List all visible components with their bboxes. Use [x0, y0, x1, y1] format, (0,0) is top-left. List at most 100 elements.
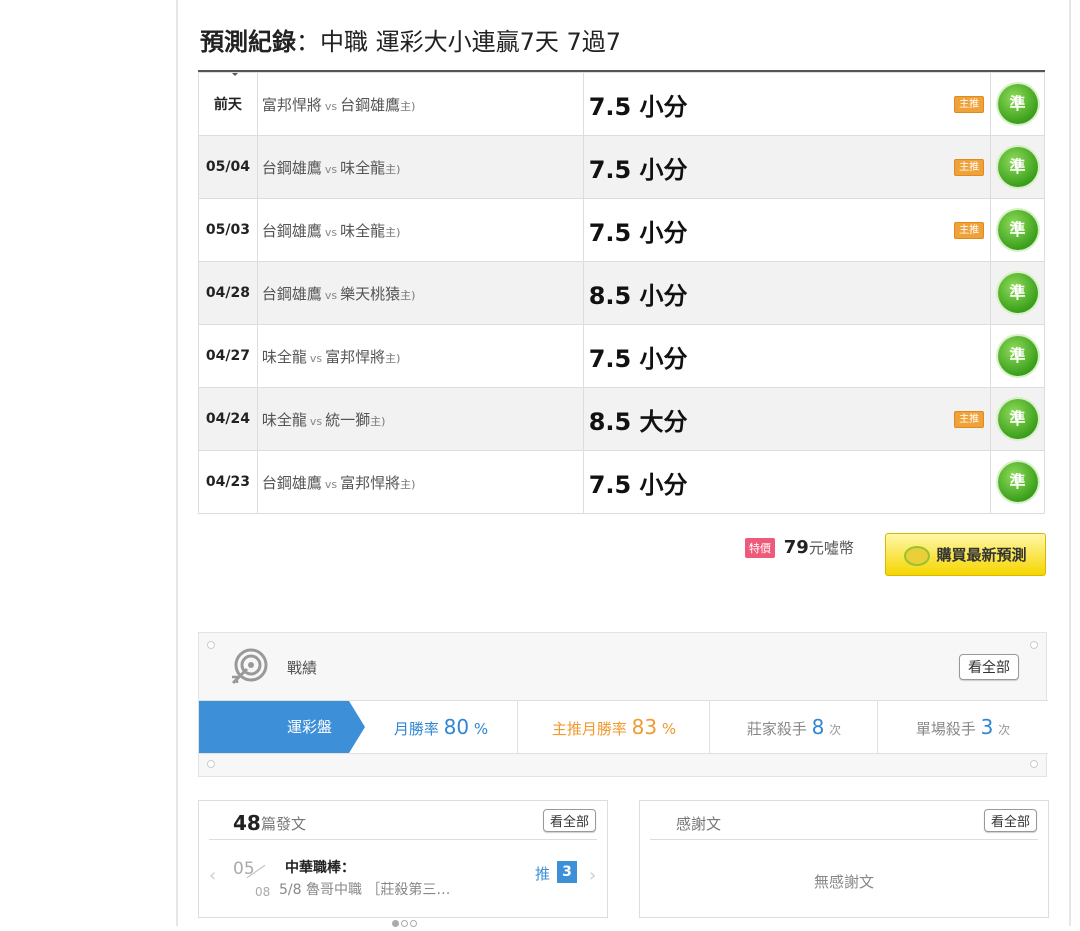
record-match[interactable]: 台鋼雄鷹 vs 味全龍主): [256, 135, 584, 199]
team-away: 味全龍: [261, 347, 307, 366]
push-count: 3: [557, 861, 577, 883]
post-month: 05: [233, 859, 255, 879]
vs-label: vs: [309, 351, 323, 365]
record-pick: 8.5 小分: [582, 261, 992, 325]
chevron-left-icon[interactable]: ‹: [209, 865, 216, 886]
stats-row: 運彩盤 月勝率 80 % 主推月勝率 83 % 莊家殺手 8 次 單場殺手 3 …: [199, 700, 1048, 754]
team-away: 台鋼雄鷹: [261, 284, 322, 303]
vs-label: vs: [324, 225, 338, 239]
record-row: 04/27 味全龍 vs 富邦悍將主) 7.5 小分 準: [198, 324, 1045, 388]
host-marker: 主): [385, 225, 401, 239]
chevron-right-icon[interactable]: ›: [589, 865, 596, 886]
thanks-label: 感謝文: [676, 815, 722, 833]
correct-badge-icon: 準: [997, 84, 1038, 124]
vs-label: vs: [309, 414, 323, 428]
pick-value: 7.5 小分: [588, 92, 688, 121]
main-pick-badge: 主推: [954, 96, 985, 113]
title-rest: ：中職 運彩大小連贏7天 7過7: [296, 28, 622, 56]
buy-latest-prediction-button[interactable]: 購買最新預測: [885, 533, 1046, 576]
price-amount: 79: [783, 537, 809, 558]
price-info: 特價 79元噓幣: [745, 537, 854, 561]
team-home: 樂天桃猿: [340, 284, 401, 303]
team-home: 味全龍: [340, 158, 386, 177]
team-away: 味全龍: [261, 410, 307, 429]
host-marker: 主): [400, 99, 416, 113]
team-away: 富邦悍將: [261, 95, 322, 114]
vs-label: vs: [324, 162, 338, 176]
buy-button-label: 購買最新預測: [936, 546, 1027, 564]
price-unit: 元噓幣: [808, 539, 854, 557]
record-result: 準: [990, 387, 1045, 451]
record-match[interactable]: 味全龍 vs 富邦悍將主): [256, 324, 584, 388]
record-result: 準: [990, 450, 1045, 514]
posts-box: 48 篇發文 看全部 ‹ 05 08 中華職棒： 5/8 魯哥中職 ［莊殺第三……: [198, 800, 608, 927]
correct-badge-icon: 準: [997, 273, 1038, 313]
corner-dot: [1030, 641, 1038, 649]
record-row: 04/23 台鋼雄鷹 vs 富邦悍將主) 7.5 小分 準: [198, 450, 1045, 514]
thanks-view-all-button[interactable]: 看全部: [983, 809, 1037, 832]
prediction-records-table: 前天 富邦悍將 vs 台鋼雄鷹主) 7.5 小分 主推準 05/04 台鋼雄鷹 vs 味全龍主) 7…: [198, 72, 1045, 514]
thanks-empty-message: 無感謝文: [813, 873, 874, 891]
record-match[interactable]: 台鋼雄鷹 vs 味全龍主): [256, 198, 584, 262]
team-home: 富邦悍將: [325, 347, 386, 366]
vs-label: vs: [324, 477, 338, 491]
record-match[interactable]: 味全龍 vs 統一獅主): [256, 387, 584, 451]
correct-badge-icon: 準: [997, 462, 1038, 502]
stats-view-all-button[interactable]: 看全部: [959, 654, 1019, 680]
record-result: 準: [990, 324, 1045, 388]
record-result: 準: [990, 135, 1045, 199]
corner-dot: [207, 760, 215, 768]
post-subtitle[interactable]: 5/8 魯哥中職 ［莊殺第三…: [279, 879, 450, 899]
record-date: 04/27: [198, 324, 258, 388]
record-result: 準: [990, 198, 1045, 262]
team-home: 富邦悍將: [340, 473, 401, 492]
record-row: 04/24 味全龍 vs 統一獅主) 8.5 大分 主推準: [198, 387, 1045, 451]
host-marker: 主): [385, 162, 401, 176]
host-marker: 主): [370, 414, 386, 428]
title-bold: 預測紀錄: [200, 28, 296, 56]
right-rail: [1069, 0, 1071, 926]
record-date: 前天: [198, 72, 258, 136]
panel-tab[interactable]: 運彩盤: [199, 701, 365, 753]
record-row: 04/28 台鋼雄鷹 vs 樂天桃猿主) 8.5 小分準: [198, 261, 1045, 325]
coin-icon: [904, 545, 931, 566]
divider: [209, 839, 597, 840]
monthly-win-rate: 月勝率 80 %: [393, 715, 489, 739]
record-match[interactable]: 台鋼雄鷹 vs 富邦悍將主): [256, 450, 584, 514]
posts-label: 篇發文: [261, 815, 307, 833]
pick-value: 7.5 小分: [588, 470, 688, 499]
corner-dot: [1030, 760, 1038, 768]
host-marker: 主): [400, 288, 416, 302]
record-match[interactable]: 台鋼雄鷹 vs 樂天桃猿主): [256, 261, 584, 325]
record-date: 05/04: [198, 135, 258, 199]
host-marker: 主): [400, 477, 416, 491]
team-home: 味全龍: [340, 221, 386, 240]
team-home: 台鋼雄鷹: [340, 95, 401, 114]
thanks-box: 感謝文 看全部 無感謝文: [639, 800, 1049, 918]
record-date: 04/23: [198, 450, 258, 514]
pick-value: 8.5 大分: [588, 407, 688, 436]
push-label: 推: [535, 865, 551, 883]
record-match[interactable]: 富邦悍將 vs 台鋼雄鷹主): [256, 72, 584, 136]
record-date: 04/24: [198, 387, 258, 451]
record-pick: 7.5 小分 主推: [582, 135, 992, 199]
correct-badge-icon: 準: [997, 399, 1038, 439]
post-title[interactable]: 中華職棒：: [285, 857, 355, 877]
record-pick: 8.5 大分 主推: [582, 387, 992, 451]
posts-view-all-button[interactable]: 看全部: [542, 809, 596, 832]
carousel-pager: [391, 912, 418, 931]
record-pick: 7.5 小分 主推: [582, 198, 992, 262]
record-pick: 7.5 小分: [582, 324, 992, 388]
corner-dot: [207, 641, 215, 649]
pick-value: 7.5 小分: [588, 344, 688, 373]
main-pick-badge: 主推: [954, 159, 985, 176]
correct-badge-icon: 準: [997, 210, 1038, 250]
main-pick-badge: 主推: [954, 411, 985, 428]
record-date: 05/03: [198, 198, 258, 262]
pick-value: 8.5 小分: [588, 281, 688, 310]
record-row: 前天 富邦悍將 vs 台鋼雄鷹主) 7.5 小分 主推準: [198, 72, 1045, 136]
correct-badge-icon: 準: [997, 147, 1038, 187]
stats-title: 戰績: [287, 659, 318, 677]
team-home: 統一獅: [325, 410, 371, 429]
pick-value: 7.5 小分: [588, 155, 688, 184]
